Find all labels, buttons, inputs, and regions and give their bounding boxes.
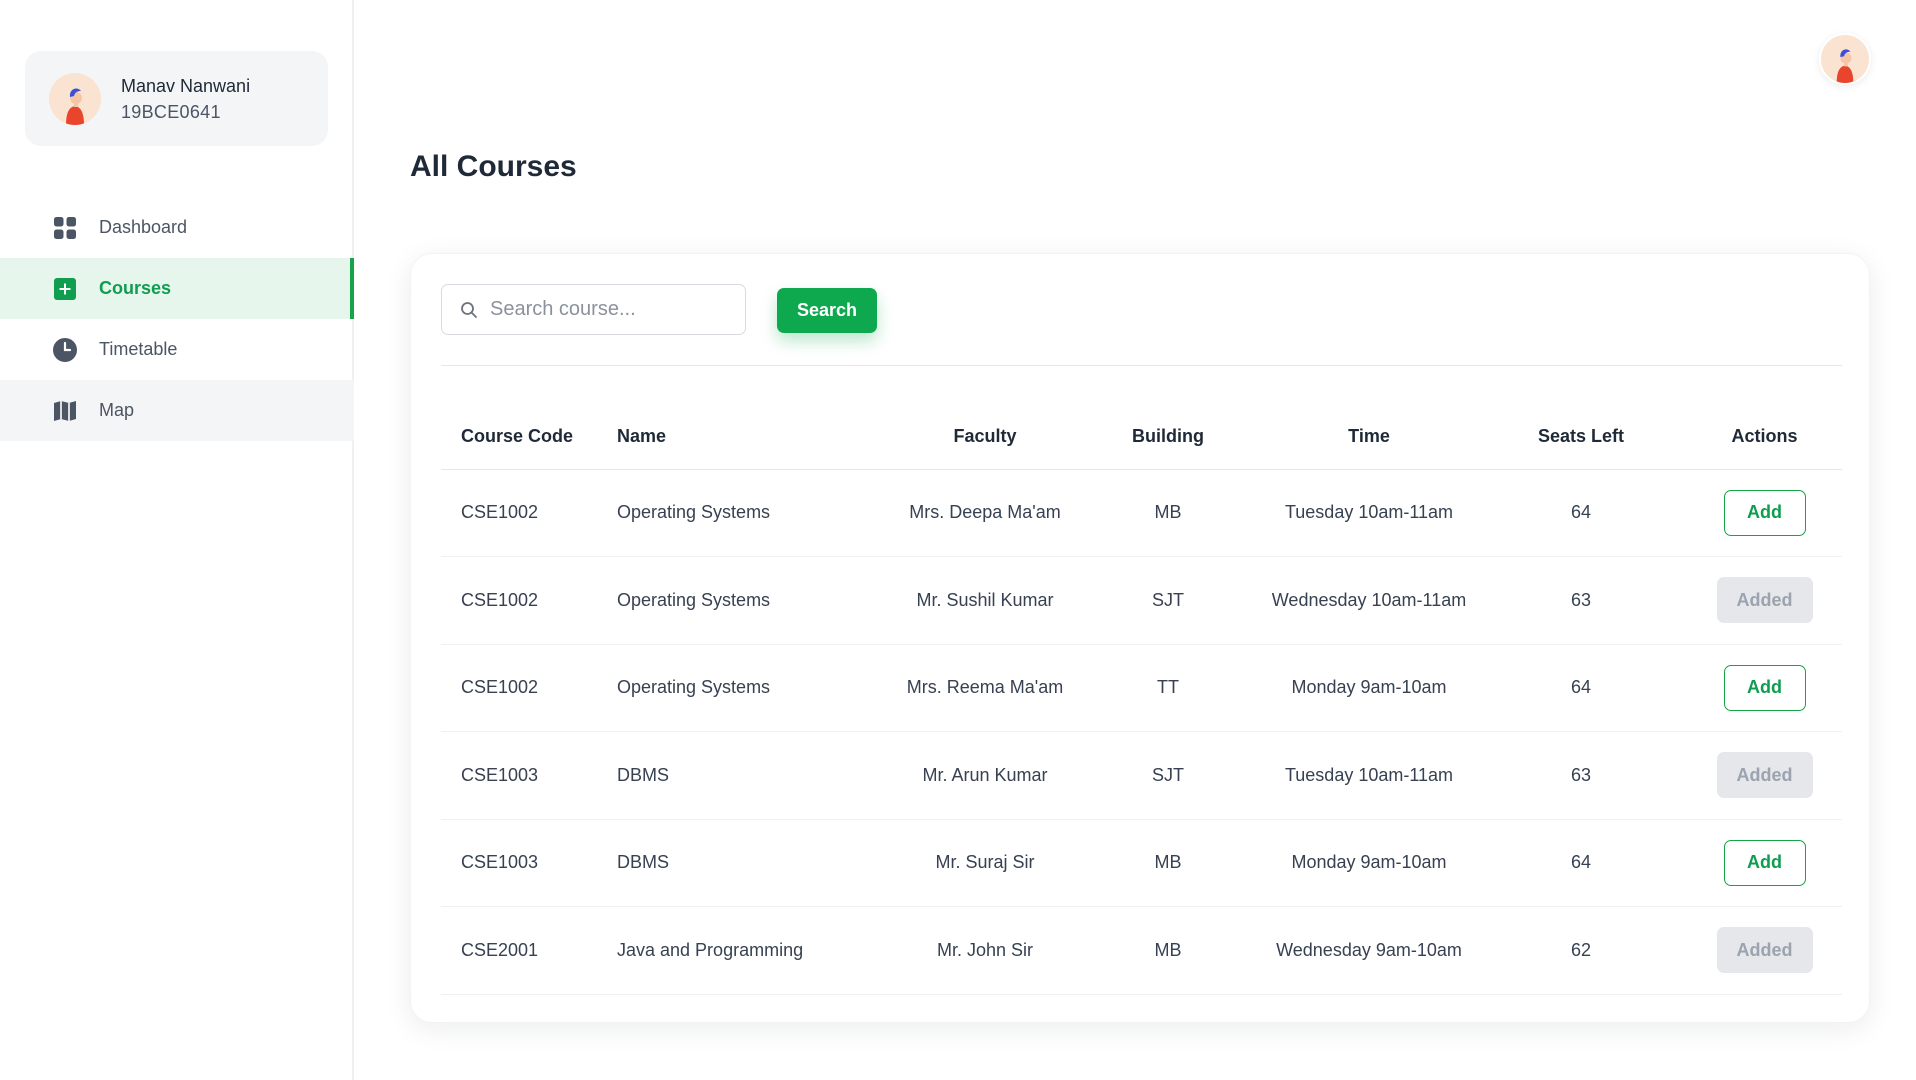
cell-time: Wednesday 10am-11am [1263,556,1475,645]
sidebar-item-map[interactable]: Map [0,380,354,441]
cell-time: Tuesday 10am-11am [1263,731,1475,820]
cell-faculty: Mrs. Deepa Ma'am [897,469,1073,557]
courses-table: Course Code Name Faculty Building Time S… [441,404,1842,995]
cell-building: MB [1073,906,1263,995]
cell-course-code: CSE1002 [441,556,617,645]
cell-building: SJT [1073,731,1263,820]
cell-time: Wednesday 9am-10am [1263,906,1475,995]
column-header-building: Building [1073,404,1263,470]
search-button[interactable]: Search [777,288,877,333]
added-button: Added [1716,752,1813,799]
map-icon [52,398,78,424]
grid-icon [52,215,78,241]
cell-building: MB [1073,819,1263,907]
cell-faculty: Mr. Arun Kumar [897,731,1073,820]
cell-actions: Added [1687,906,1842,995]
table-header-row: Course Code Name Faculty Building Time S… [441,404,1842,470]
cell-seats-left: 63 [1475,731,1687,820]
cell-actions: Add [1687,819,1842,907]
sidebar-nav: Dashboard Courses Timetable Map [0,197,354,441]
divider [441,365,1842,366]
cell-course-code: CSE1003 [441,731,617,820]
sidebar-item-label: Timetable [99,339,178,359]
cell-course-code: CSE1003 [441,819,617,907]
courses-card: Search Course Code Name Faculty Building… [410,253,1870,1023]
table-row: CSE1002 Operating Systems Mr. Sushil Kum… [441,556,1842,645]
column-header-faculty: Faculty [897,404,1073,470]
cell-actions: Added [1687,731,1842,820]
cell-seats-left: 64 [1475,469,1687,557]
cell-time: Tuesday 10am-11am [1263,469,1475,557]
user-id: 19BCE0641 [121,101,221,122]
cell-actions: Added [1687,556,1842,645]
cell-name: Operating Systems [617,469,897,557]
table-row: CSE1003 DBMS Mr. Arun Kumar SJT Tuesday … [441,731,1842,820]
cell-course-code: CSE1002 [441,469,617,557]
cell-building: TT [1073,644,1263,732]
cell-faculty: Mrs. Reema Ma'am [897,644,1073,732]
cell-faculty: Mr. Sushil Kumar [897,556,1073,645]
cell-time: Monday 9am-10am [1263,644,1475,732]
cell-seats-left: 64 [1475,644,1687,732]
user-name: Manav Nanwani [121,75,251,96]
search-icon [460,301,478,319]
cell-name: DBMS [617,819,897,907]
cell-name: Operating Systems [617,556,897,645]
add-button[interactable]: Add [1723,489,1806,536]
cell-faculty: Mr. Suraj Sir [897,819,1073,907]
column-header-seats-left: Seats Left [1475,404,1687,470]
cell-course-code: CSE1002 [441,644,617,732]
add-button[interactable]: Add [1723,664,1806,711]
clock-icon [52,337,78,363]
sidebar-item-courses[interactable]: Courses [0,258,354,319]
cell-name: Java and Programming [617,906,897,995]
table-row: CSE1003 DBMS Mr. Suraj Sir MB Monday 9am… [441,819,1842,907]
sidebar-item-dashboard[interactable]: Dashboard [0,197,354,258]
cell-actions: Add [1687,469,1842,557]
column-header-time: Time [1263,404,1475,470]
sidebar-item-timetable[interactable]: Timetable [0,319,354,380]
cell-building: SJT [1073,556,1263,645]
column-header-course-code: Course Code [441,404,617,470]
cell-actions: Add [1687,644,1842,732]
sidebar: Manav Nanwani 19BCE0641 Dashboard Course… [0,0,354,1080]
search-input[interactable] [490,298,740,321]
user-card: Manav Nanwani 19BCE0641 [25,51,328,146]
cell-faculty: Mr. John Sir [897,906,1073,995]
column-header-actions: Actions [1687,404,1842,470]
cell-course-code: CSE2001 [441,906,617,995]
search-box [441,284,746,335]
profile-avatar[interactable] [1819,33,1871,85]
cell-building: MB [1073,469,1263,557]
cell-seats-left: 63 [1475,556,1687,645]
column-header-name: Name [617,404,897,470]
add-button[interactable]: Add [1723,839,1806,886]
sidebar-item-label: Courses [99,278,172,298]
cell-seats-left: 64 [1475,819,1687,907]
cell-time: Monday 9am-10am [1263,819,1475,907]
plus-square-icon [52,276,78,302]
added-button: Added [1716,577,1813,624]
page-title: All Courses [410,150,577,183]
sidebar-item-label: Dashboard [99,217,188,237]
table-row: CSE1002 Operating Systems Mrs. Deepa Ma'… [441,469,1842,557]
cell-name: DBMS [617,731,897,820]
cell-name: Operating Systems [617,644,897,732]
table-row: CSE2001 Java and Programming Mr. John Si… [441,906,1842,995]
cell-seats-left: 62 [1475,906,1687,995]
sidebar-item-label: Map [99,400,135,420]
added-button: Added [1716,927,1813,974]
table-row: CSE1002 Operating Systems Mrs. Reema Ma'… [441,644,1842,732]
user-avatar [49,72,101,125]
